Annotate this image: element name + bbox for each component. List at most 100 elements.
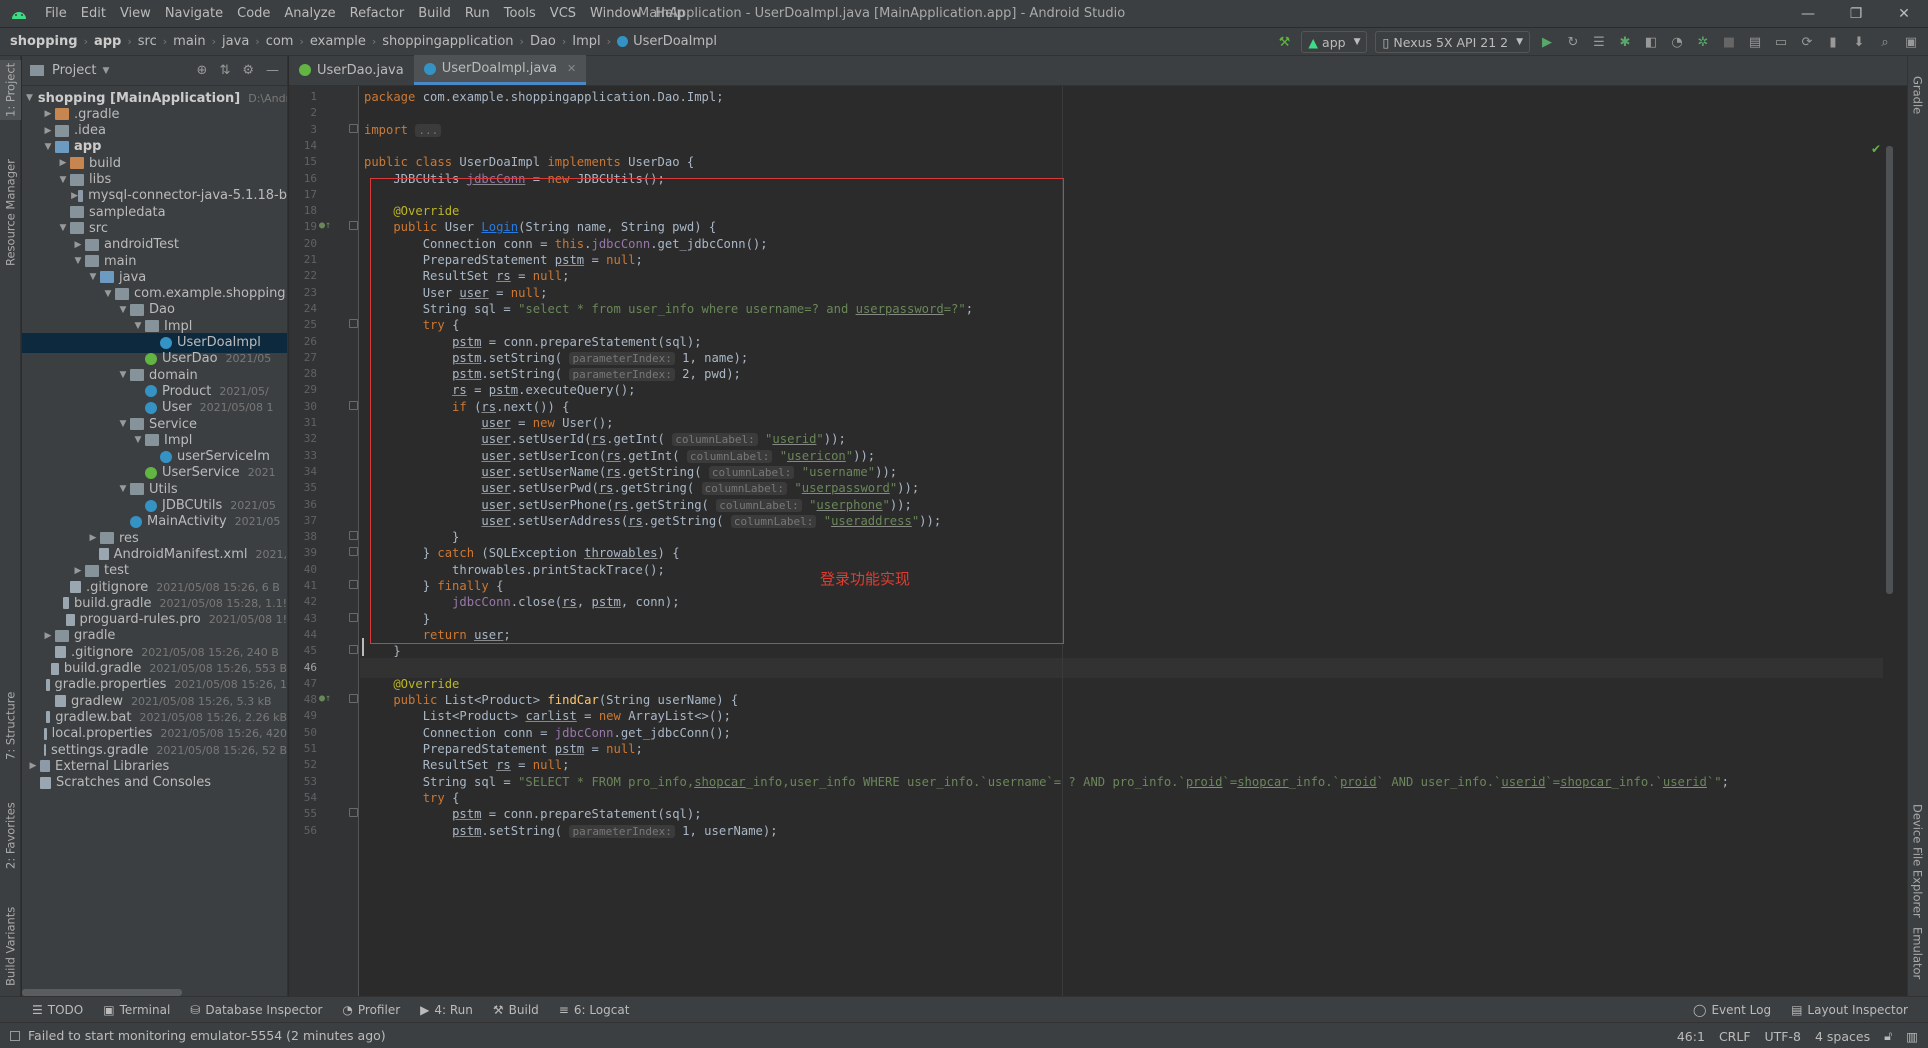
fold-icon[interactable]: [349, 123, 358, 133]
fold-icon[interactable]: [349, 808, 358, 818]
menu-view[interactable]: View: [113, 0, 158, 28]
chevron-down-icon[interactable]: ▼: [26, 93, 33, 103]
chevron-right-icon[interactable]: ▶: [41, 109, 55, 119]
tool-event-log[interactable]: ◯ Event Log: [1683, 1003, 1781, 1017]
chevron-right-icon[interactable]: ▶: [86, 533, 100, 543]
tab-userdoaimpl-java[interactable]: UserDoaImpl.java ✕: [413, 55, 587, 85]
fold-icon[interactable]: [349, 612, 358, 622]
menu-edit[interactable]: Edit: [74, 0, 113, 28]
gear-icon[interactable]: ⚙: [242, 63, 254, 78]
lock-icon[interactable]: 🔓︎: [1884, 1028, 1892, 1044]
search-icon[interactable]: ⌕: [1876, 33, 1894, 51]
tool-terminal[interactable]: ▣ Terminal: [93, 1003, 180, 1017]
breadcrumb-item[interactable]: main: [173, 34, 205, 49]
fold-icon[interactable]: [349, 531, 358, 541]
vertical-scrollbar[interactable]: [1886, 146, 1893, 594]
tool-todo[interactable]: ☰ TODO: [22, 1003, 93, 1017]
chevron-down-icon[interactable]: ▼: [71, 256, 85, 266]
chevron-down-icon[interactable]: ▼: [116, 419, 130, 429]
breadcrumb-item[interactable]: src: [138, 34, 157, 49]
profile-icon[interactable]: ◔: [1668, 33, 1686, 51]
project-structure-icon[interactable]: ▤: [1746, 33, 1764, 51]
memory-indicator-icon[interactable]: ▥: [1906, 1029, 1918, 1044]
coverage-icon[interactable]: ◧: [1642, 33, 1660, 51]
chevron-right-icon[interactable]: ▶: [71, 240, 85, 250]
sdk-manager-icon[interactable]: ⬇: [1850, 33, 1868, 51]
tab-userdao-java[interactable]: UserDao.java: [289, 55, 414, 85]
menu-build[interactable]: Build: [411, 0, 458, 28]
tool-database-inspector[interactable]: ⛁ Database Inspector: [180, 1003, 332, 1017]
chevron-down-icon[interactable]: ▼: [102, 66, 109, 76]
menu-code[interactable]: Code: [230, 0, 277, 28]
collapse-all-icon[interactable]: ⇅: [219, 63, 230, 78]
chevron-down-icon[interactable]: ▼: [41, 142, 55, 152]
chevron-down-icon[interactable]: ▼: [131, 435, 145, 445]
tab-emulator[interactable]: Emulator: [1907, 916, 1928, 991]
layout-icon[interactable]: ▭: [1772, 33, 1790, 51]
tab-structure[interactable]: 7: Structure: [0, 686, 21, 766]
chevron-right-icon[interactable]: ▶: [26, 761, 40, 771]
tool-profiler[interactable]: ◔ Profiler: [332, 1003, 410, 1017]
chevron-right-icon[interactable]: ▶: [71, 191, 78, 201]
minimize-button[interactable]: —: [1784, 0, 1832, 28]
chevron-down-icon[interactable]: ▼: [101, 289, 115, 299]
chevron-down-icon[interactable]: ▼: [56, 175, 70, 185]
chevron-down-icon[interactable]: ▼: [116, 370, 130, 380]
rerun-icon[interactable]: ↻: [1564, 33, 1582, 51]
override-marker-icon[interactable]: ●↑: [319, 693, 331, 704]
menu-analyze[interactable]: Analyze: [277, 0, 342, 28]
debug-icon[interactable]: ✱: [1616, 33, 1634, 51]
sync-gradle-icon[interactable]: ⟳: [1798, 33, 1816, 51]
tab-favorites[interactable]: 2: Favorites: [0, 791, 21, 881]
tab-build-variants[interactable]: Build Variants: [0, 896, 21, 996]
tab-project[interactable]: 1: Project: [0, 60, 21, 120]
fold-icon[interactable]: [349, 645, 358, 655]
chevron-right-icon[interactable]: ▶: [41, 631, 55, 641]
breadcrumb-item[interactable]: shoppingapplication: [382, 34, 513, 49]
make-project-hammer-icon[interactable]: ⚒: [1275, 33, 1293, 51]
locate-icon[interactable]: ⊕: [197, 63, 208, 78]
chevron-right-icon[interactable]: ▶: [56, 158, 70, 168]
user-icon[interactable]: ▣: [1902, 33, 1920, 51]
chevron-down-icon[interactable]: ▼: [56, 223, 70, 233]
restore-button[interactable]: ❐: [1832, 0, 1880, 28]
indent-setting[interactable]: 4 spaces: [1815, 1029, 1870, 1044]
fold-icon[interactable]: [349, 221, 358, 231]
caret-position[interactable]: 46:1: [1677, 1029, 1705, 1044]
chevron-down-icon[interactable]: ▼: [86, 272, 100, 282]
override-marker-icon[interactable]: ●↑: [319, 220, 331, 231]
breadcrumb-item[interactable]: java: [222, 34, 249, 49]
project-view-select[interactable]: Project: [52, 63, 96, 78]
menu-navigate[interactable]: Navigate: [158, 0, 230, 28]
attach-debugger-icon[interactable]: ✲: [1694, 33, 1712, 51]
chevron-down-icon[interactable]: ▼: [131, 321, 145, 331]
fold-icon[interactable]: [349, 319, 358, 329]
apply-changes-icon[interactable]: ☰: [1590, 33, 1608, 51]
breadcrumb-item[interactable]: Impl: [572, 34, 600, 49]
avd-manager-icon[interactable]: ▮: [1824, 33, 1842, 51]
chevron-right-icon[interactable]: ▶: [41, 126, 55, 136]
breadcrumb-item[interactable]: app: [94, 34, 121, 49]
fold-icon[interactable]: [349, 400, 358, 410]
fold-icon[interactable]: [349, 547, 358, 557]
status-message[interactable]: Failed to start monitoring emulator-5554…: [28, 1028, 386, 1043]
chevron-down-icon[interactable]: ▼: [116, 484, 130, 494]
run-config-select[interactable]: ▲ app ▼: [1301, 31, 1368, 53]
menu-file[interactable]: File: [38, 0, 74, 28]
breadcrumb-item[interactable]: example: [310, 34, 366, 49]
tab-resource-manager[interactable]: Resource Manager: [0, 148, 21, 278]
fold-icon[interactable]: [349, 694, 358, 704]
stop-icon[interactable]: ■: [1720, 33, 1738, 51]
line-separator[interactable]: CRLF: [1719, 1029, 1751, 1044]
tab-gradle[interactable]: Gradle: [1907, 60, 1928, 130]
run-icon[interactable]: ▶: [1538, 33, 1556, 51]
tool-layout-inspector[interactable]: ▤ Layout Inspector: [1781, 1003, 1918, 1017]
inspection-ok-icon[interactable]: ✔: [1871, 142, 1881, 156]
tree-item[interactable]: Scratches and Consoles: [22, 773, 287, 793]
tool-build[interactable]: ⚒ Build: [483, 1003, 549, 1017]
chevron-right-icon[interactable]: ▶: [71, 566, 85, 576]
menu-vcs[interactable]: VCS: [543, 0, 583, 28]
device-select[interactable]: ▯ Nexus 5X API 21 2 ▼: [1375, 31, 1530, 53]
fold-icon[interactable]: [349, 580, 358, 589]
tool-6-logcat[interactable]: ≡ 6: Logcat: [549, 1003, 640, 1017]
